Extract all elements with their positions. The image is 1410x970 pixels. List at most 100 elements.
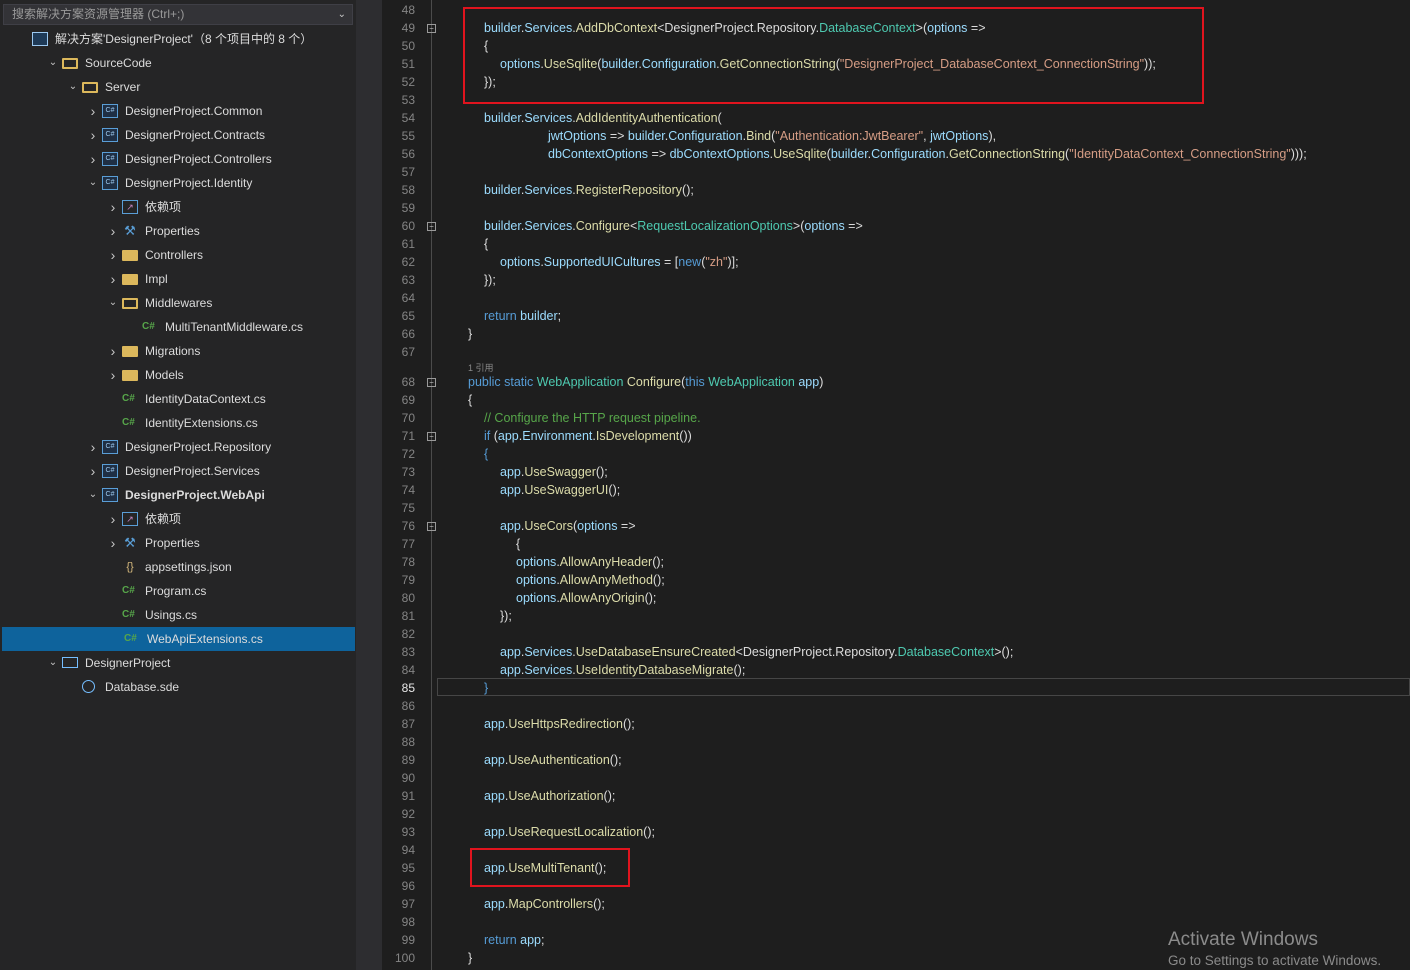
collapse-icon[interactable]: − bbox=[427, 432, 436, 441]
code-line[interactable]: app.UseAuthentication(); bbox=[484, 751, 622, 769]
code-line[interactable]: app.MapControllers(); bbox=[484, 895, 605, 913]
line-number: 71 bbox=[401, 429, 415, 443]
tree-item[interactable]: ⌄ C# DesignerProject.Identity bbox=[0, 171, 356, 195]
chevron-down-icon[interactable]: ⌄ bbox=[107, 291, 119, 315]
code-line[interactable]: } bbox=[468, 325, 472, 343]
tree-item[interactable]: › ⚒ Properties bbox=[0, 531, 356, 555]
code-line[interactable]: } bbox=[484, 679, 488, 697]
tree-item[interactable]: C# MultiTenantMiddleware.cs bbox=[0, 315, 356, 339]
line-number: 64 bbox=[401, 291, 415, 305]
code-line[interactable]: return builder; bbox=[484, 307, 561, 325]
tree-item-solution[interactable]: 解决方案'DesignerProject'（8 个项目中的 8 个） bbox=[0, 27, 356, 51]
code-line[interactable]: if (app.Environment.IsDevelopment()) bbox=[484, 427, 692, 445]
chevron-right-icon[interactable]: › bbox=[107, 339, 119, 363]
tree-item[interactable]: › Impl bbox=[0, 267, 356, 291]
tree-item[interactable]: › Models bbox=[0, 363, 356, 387]
chevron-right-icon[interactable]: › bbox=[87, 459, 99, 483]
chevron-right-icon[interactable]: › bbox=[107, 195, 119, 219]
chevron-right-icon[interactable]: › bbox=[107, 219, 119, 243]
code-line[interactable]: app.UseCors(options => bbox=[500, 517, 636, 535]
panel-divider[interactable] bbox=[356, 0, 382, 970]
search-input[interactable]: 搜索解决方案资源管理器 (Ctrl+;) ⌄ bbox=[3, 4, 353, 25]
tree-item[interactable]: › C# DesignerProject.Controllers bbox=[0, 147, 356, 171]
code-line[interactable]: app.Services.UseIdentityDatabaseMigrate(… bbox=[500, 661, 745, 679]
collapse-icon[interactable]: − bbox=[427, 222, 436, 231]
collapse-icon[interactable]: − bbox=[427, 522, 436, 531]
tree-item[interactable]: C# Usings.cs bbox=[0, 603, 356, 627]
tree-item[interactable]: ⌄ Server bbox=[0, 75, 356, 99]
code-line[interactable]: builder.Services.AddIdentityAuthenticati… bbox=[484, 109, 722, 127]
chevron-down-icon[interactable]: ⌄ bbox=[338, 5, 346, 24]
code-line[interactable]: app.UseAuthorization(); bbox=[484, 787, 615, 805]
tree-item[interactable]: C# IdentityDataContext.cs bbox=[0, 387, 356, 411]
tree-item-label: Program.cs bbox=[145, 584, 207, 598]
code-line[interactable]: } bbox=[468, 949, 472, 967]
chevron-right-icon[interactable]: › bbox=[87, 123, 99, 147]
code-line[interactable]: { bbox=[516, 535, 520, 553]
code-line[interactable]: app.Services.UseDatabaseEnsureCreated<De… bbox=[500, 643, 1013, 661]
chevron-right-icon[interactable]: › bbox=[107, 363, 119, 387]
tree-item[interactable]: › ↗ 依赖项 bbox=[0, 195, 356, 219]
chevron-down-icon[interactable]: ⌄ bbox=[47, 51, 59, 75]
tree-item[interactable]: ⌄ C# DesignerProject.WebApi bbox=[0, 483, 356, 507]
code-line[interactable]: options.AllowAnyOrigin(); bbox=[516, 589, 656, 607]
code-line[interactable]: builder.Services.RegisterRepository(); bbox=[484, 181, 694, 199]
tree-item[interactable]: Database.sde bbox=[0, 675, 356, 699]
code-line[interactable]: options.AllowAnyHeader(); bbox=[516, 553, 664, 571]
chevron-down-icon[interactable]: ⌄ bbox=[87, 483, 99, 507]
tree-item[interactable]: C# WebApiExtensions.cs bbox=[2, 627, 355, 651]
csharp-file-icon: C# bbox=[142, 321, 155, 332]
chevron-right-icon[interactable]: › bbox=[87, 99, 99, 123]
collapse-icon[interactable]: − bbox=[427, 378, 436, 387]
tree-item[interactable]: › C# DesignerProject.Common bbox=[0, 99, 356, 123]
chevron-down-icon[interactable]: ⌄ bbox=[87, 171, 99, 195]
chevron-right-icon[interactable]: › bbox=[107, 531, 119, 555]
code-line[interactable]: app.UseSwaggerUI(); bbox=[500, 481, 620, 499]
reference-codelens[interactable]: 1 引用 bbox=[468, 362, 494, 374]
chevron-down-icon[interactable]: ⌄ bbox=[47, 651, 59, 675]
code-line[interactable]: options.SupportedUICultures = [new("zh")… bbox=[500, 253, 739, 271]
code-editor[interactable]: 48 49 50 51 52 53 54 55 56 57 58 59 60 61 62 63 64 65 66 67… bbox=[382, 0, 1410, 970]
code-line[interactable]: builder.Services.Configure<RequestLocali… bbox=[484, 217, 863, 235]
tree-item-label: appsettings.json bbox=[145, 560, 232, 574]
tree-item[interactable]: ⌄ DesignerProject bbox=[0, 651, 356, 675]
code-line[interactable]: }); bbox=[484, 271, 496, 289]
tree-item[interactable]: {} appsettings.json bbox=[0, 555, 356, 579]
tree-item-label: IdentityExtensions.cs bbox=[145, 416, 258, 430]
code-line[interactable]: return app; bbox=[484, 931, 544, 949]
code-line[interactable]: // Configure the HTTP request pipeline. bbox=[484, 409, 701, 427]
chevron-right-icon[interactable]: › bbox=[107, 507, 119, 531]
tree-item[interactable]: › C# DesignerProject.Repository bbox=[0, 435, 356, 459]
tree-item[interactable]: › Migrations bbox=[0, 339, 356, 363]
tree-item[interactable]: › ⚒ Properties bbox=[0, 219, 356, 243]
tree-item[interactable]: ⌄ SourceCode bbox=[0, 51, 356, 75]
code-line[interactable]: }); bbox=[500, 607, 512, 625]
chevron-right-icon[interactable]: › bbox=[107, 267, 119, 291]
code-line[interactable]: options.AllowAnyMethod(); bbox=[516, 571, 665, 589]
collapse-icon[interactable]: − bbox=[427, 24, 436, 33]
code-line[interactable]: app.UseSwagger(); bbox=[500, 463, 608, 481]
tree-item[interactable]: C# Program.cs bbox=[0, 579, 356, 603]
code-token: }); bbox=[484, 273, 496, 287]
code-token: { bbox=[516, 537, 521, 551]
code-line[interactable]: { bbox=[484, 445, 488, 463]
code-line[interactable]: public static WebApplication Configure(t… bbox=[468, 373, 823, 391]
code-line[interactable]: { bbox=[468, 391, 472, 409]
chevron-down-icon[interactable]: ⌄ bbox=[67, 75, 79, 99]
chevron-right-icon[interactable]: › bbox=[107, 243, 119, 267]
code-line[interactable]: jwtOptions => builder.Configuration.Bind… bbox=[548, 127, 996, 145]
line-number: 54 bbox=[401, 111, 415, 125]
tree-item[interactable]: › ↗ 依赖项 bbox=[0, 507, 356, 531]
code-line[interactable]: app.UseHttpsRedirection(); bbox=[484, 715, 635, 733]
tree-item[interactable]: › C# DesignerProject.Services bbox=[0, 459, 356, 483]
code-line[interactable]: { bbox=[484, 235, 488, 253]
code-line[interactable]: app.UseRequestLocalization(); bbox=[484, 823, 655, 841]
tree-item[interactable]: › C# DesignerProject.Contracts bbox=[0, 123, 356, 147]
code-token: app bbox=[798, 375, 820, 389]
chevron-right-icon[interactable]: › bbox=[87, 435, 99, 459]
tree-item[interactable]: ⌄ Middlewares bbox=[0, 291, 356, 315]
tree-item[interactable]: C# IdentityExtensions.cs bbox=[0, 411, 356, 435]
code-line[interactable]: dbContextOptions => dbContextOptions.Use… bbox=[548, 145, 1307, 163]
tree-item[interactable]: › Controllers bbox=[0, 243, 356, 267]
chevron-right-icon[interactable]: › bbox=[87, 147, 99, 171]
